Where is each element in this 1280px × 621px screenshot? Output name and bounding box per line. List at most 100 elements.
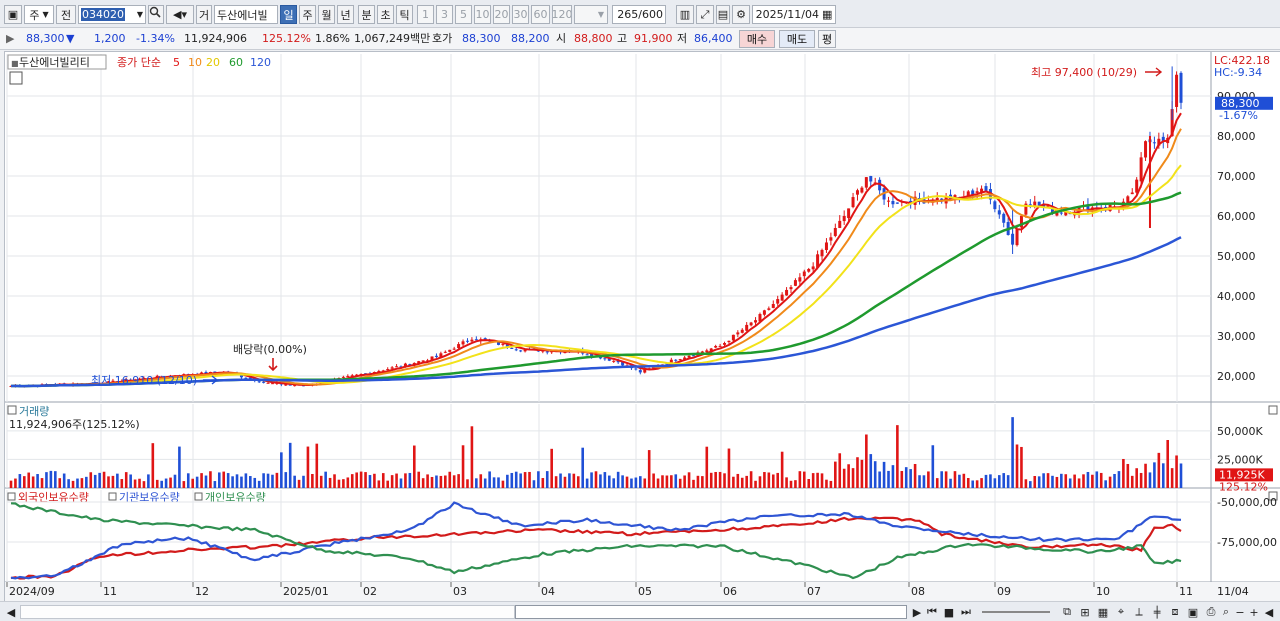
- volume-bar: [1002, 473, 1006, 488]
- volume-bar: [439, 475, 443, 488]
- crosshair-icon[interactable]: ⌖: [1114, 605, 1128, 619]
- candle-body: [793, 280, 797, 286]
- candle-body: [847, 208, 851, 219]
- play-icon[interactable]: ▶: [911, 605, 923, 619]
- candle-body: [714, 345, 718, 348]
- overlay-icon[interactable]: ⧈: [1168, 605, 1182, 619]
- zoom-search-icon[interactable]: ⌕: [1220, 605, 1232, 619]
- zoom-out-icon[interactable]: −: [1234, 605, 1246, 619]
- speaker-icon[interactable]: ◀▾: [166, 5, 194, 24]
- interval-10-button[interactable]: 10: [474, 5, 491, 24]
- volume-bar: [909, 469, 912, 488]
- layout-icon[interactable]: ⊞: [1078, 605, 1092, 619]
- volume-bar: [851, 468, 855, 488]
- code-input[interactable]: 034020 ▼: [78, 5, 146, 24]
- volume-bar: [621, 475, 624, 488]
- interval-dropdown[interactable]: ▼: [574, 5, 608, 24]
- candle-body: [745, 324, 749, 331]
- volume-bar: [599, 474, 602, 488]
- interval-20-button[interactable]: 20: [493, 5, 510, 24]
- volume-bar: [514, 471, 518, 488]
- gear-icon[interactable]: ⚙: [732, 5, 750, 24]
- ruler-icon[interactable]: ╪: [1150, 605, 1164, 619]
- change-amount: 1,200: [94, 32, 126, 45]
- volume-bar: [949, 478, 952, 488]
- period-second-button[interactable]: 초: [377, 5, 394, 24]
- volume-bar: [492, 477, 496, 488]
- volume-bar: [661, 475, 664, 488]
- buy-button[interactable]: 매수: [739, 30, 775, 48]
- candle-icon[interactable]: ▥: [676, 5, 694, 24]
- zoom-slider[interactable]: [982, 611, 1050, 613]
- volume-bar: [151, 443, 155, 488]
- date-field[interactable]: 2025/11/04 ▦: [752, 5, 836, 24]
- draw-line-icon[interactable]: ⤢: [696, 5, 714, 24]
- volume-bar: [412, 445, 416, 488]
- prev-button[interactable]: 전: [56, 5, 76, 24]
- measure-icon[interactable]: ⟂: [1132, 605, 1146, 619]
- compare-icon[interactable]: ⧉: [1060, 605, 1074, 619]
- interval-3-button[interactable]: 3: [436, 5, 453, 24]
- rewind-icon[interactable]: ⏮: [925, 605, 939, 619]
- forward-icon[interactable]: ⏭: [959, 605, 973, 619]
- scroll-right-icon[interactable]: ◀: [1262, 605, 1276, 619]
- period-minute-button[interactable]: 분: [358, 5, 375, 24]
- search-icon[interactable]: [148, 5, 164, 24]
- window-icon[interactable]: ▣: [4, 5, 22, 24]
- volume-bar: [89, 472, 93, 488]
- type-select[interactable]: 주 ▼: [24, 5, 54, 24]
- period-year-button[interactable]: 년: [337, 5, 354, 24]
- interval-5-button[interactable]: 5: [455, 5, 472, 24]
- volume-bar: [749, 471, 753, 488]
- grid-icon[interactable]: ▦: [1096, 605, 1110, 619]
- period-tick-button[interactable]: 틱: [396, 5, 413, 24]
- stock-name-field[interactable]: 두산에너빌: [214, 5, 278, 24]
- scroll-thumb[interactable]: [515, 605, 907, 619]
- interval-60-button[interactable]: 60: [531, 5, 550, 24]
- interval-30-button[interactable]: 30: [512, 5, 529, 24]
- volume-bar: [346, 477, 350, 488]
- scroll-track[interactable]: [20, 605, 515, 619]
- volume-bar: [333, 474, 336, 488]
- sell-button[interactable]: 매도: [779, 30, 815, 48]
- candle-body: [1139, 157, 1143, 182]
- gubun-button[interactable]: 거: [196, 5, 212, 24]
- chart-area[interactable]: 90,000 80,000 70,000 60,000 50,000 40,000 30,0…: [4, 51, 1280, 602]
- save-icon[interactable]: ▤: [716, 5, 730, 24]
- candle-body: [510, 347, 514, 349]
- volume-bar: [869, 454, 873, 488]
- candle-body: [785, 289, 789, 296]
- print-icon[interactable]: ⎙: [1204, 605, 1218, 619]
- scroll-left-icon[interactable]: ◀: [4, 605, 18, 619]
- volume-bar: [249, 476, 252, 488]
- hoga-bid: 88,200: [511, 32, 550, 45]
- volume-bar: [904, 467, 908, 488]
- zoom-in-icon[interactable]: +: [1248, 605, 1260, 619]
- volume-bar: [1024, 479, 1028, 488]
- volume-bar: [404, 473, 407, 488]
- current-price: 88,300: [26, 32, 65, 45]
- holding-square-icon: [7, 492, 16, 501]
- hc-label: HC:-9.34: [1214, 66, 1262, 79]
- volume-square-icon: [7, 405, 17, 415]
- panel-icon[interactable]: ▣: [1186, 605, 1200, 619]
- volume-bar: [789, 480, 793, 488]
- expand-icon[interactable]: ▶: [6, 31, 14, 47]
- chart-svg[interactable]: 90,00080,00070,00060,00050,00040,00030,0…: [5, 52, 1280, 602]
- count-field[interactable]: 265 /600: [612, 5, 666, 24]
- volume-bar: [350, 474, 354, 488]
- candle-body: [740, 329, 744, 333]
- volume-bar: [1011, 417, 1014, 488]
- volume-bar: [865, 434, 868, 488]
- period-week-button[interactable]: 주: [299, 5, 316, 24]
- interval-1-button[interactable]: 1: [417, 5, 434, 24]
- eval-button[interactable]: 평: [818, 30, 836, 48]
- price-tick-label: 40,000: [1217, 290, 1256, 303]
- candle-body: [514, 349, 518, 351]
- period-month-button[interactable]: 월: [318, 5, 335, 24]
- stop-icon[interactable]: ■: [942, 605, 956, 619]
- candle-body: [749, 322, 753, 326]
- period-day-button[interactable]: 일: [280, 5, 297, 24]
- candle-body: [860, 187, 864, 193]
- interval-120-button[interactable]: 120: [552, 5, 572, 24]
